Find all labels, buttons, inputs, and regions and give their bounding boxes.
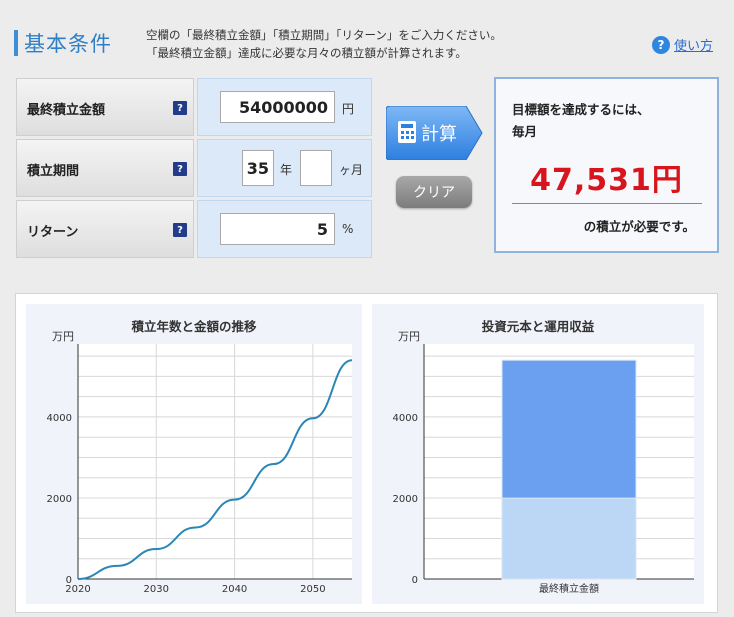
clear-button[interactable]: クリア <box>396 176 472 208</box>
result-divider <box>512 203 702 204</box>
months-unit: ヶ月 <box>339 163 364 177</box>
bar-return <box>501 359 637 499</box>
section-title: 基本条件 <box>24 32 112 56</box>
calculate-button-shape: 計算 <box>385 105 483 161</box>
calculator-icon <box>398 121 416 143</box>
title-accent-bar <box>14 30 18 56</box>
result-line-1: 目標額を達成するには、 <box>512 102 650 117</box>
y-tick-label: 4000 <box>47 413 72 424</box>
question-circle-icon: ? <box>652 35 670 54</box>
line-chart: 0200040002020 2030 2040 2050万円 <box>47 330 353 595</box>
calculate-button-label: 計算 <box>421 124 457 145</box>
value-cell: 5 % <box>197 200 372 258</box>
label-cell: 積立期間 ? <box>16 139 194 197</box>
percent-unit: % <box>342 222 354 236</box>
help-link[interactable]: ? 使い方 <box>652 35 713 54</box>
plot-area <box>78 344 352 579</box>
form-row-period: 積立期間 ? 35 年 ヶ月 <box>16 139 372 197</box>
years-input[interactable]: 35 <box>242 150 274 186</box>
label-cell: 最終積立金額 ? <box>16 78 194 136</box>
x-tick-label: 2030 <box>144 584 169 595</box>
y-tick-label: 0 <box>412 575 418 586</box>
return-input[interactable]: 5 <box>220 213 335 245</box>
y-tick-label: 4000 <box>393 413 418 424</box>
target-amount-input[interactable]: 54000000 <box>220 91 335 123</box>
instructions: 空欄の「最終積立金額」「積立期間」「リターン」をご入力ください。 「最終積立金額… <box>146 26 502 62</box>
bar-principal <box>501 497 637 580</box>
instruction-line-2: 「最終積立金額」達成に必要な月々の積立額が計算されます。 <box>146 46 467 60</box>
y-axis-label: 万円 <box>52 330 74 343</box>
form-row-target-amount: 最終積立金額 ? 54000000 円 <box>16 78 372 136</box>
result-panel: 目標額を達成するには、 毎月 47,531円 の積立が必要です。 <box>494 77 719 253</box>
question-icon[interactable]: ? <box>173 162 187 176</box>
form-row-return: リターン ? 5 % <box>16 200 372 258</box>
help-link-label: 使い方 <box>674 39 714 54</box>
x-tick-label: 2020 <box>65 584 90 595</box>
calculate-button[interactable]: 計算 <box>385 105 483 161</box>
x-category-label: 最終積立金額 <box>539 582 599 595</box>
months-input[interactable] <box>300 150 332 186</box>
line-chart-panel: 積立年数と金額の推移 0 2000 4000 2020 2030 2040 2050 万円 <box>26 304 362 604</box>
result-line-3: の積立が必要です。 <box>583 219 695 234</box>
return-label: リターン <box>27 225 79 240</box>
label-cell: リターン ? <box>16 200 194 258</box>
input-form: 最終積立金額 ? 54000000 円 積立期間 ? 35 年 ヶ月 リターン <box>16 78 372 258</box>
y-tick-label: 2000 <box>393 494 418 505</box>
app-window: 基本条件 空欄の「最終積立金額」「積立期間」「リターン」をご入力ください。 「最… <box>0 0 734 617</box>
bar-chart: 0 2000 4000 万円最終積立金額 <box>393 330 694 595</box>
monthly-amount: 47,531円 <box>530 163 683 198</box>
years-unit: 年 <box>280 163 293 177</box>
bar-chart-panel: 投資元本と運用収益 0 2000 4000 万円 最終積立金額 <box>372 304 704 604</box>
y-tick-label: 2000 <box>47 494 72 505</box>
yen-unit: 円 <box>342 102 355 116</box>
x-tick-label: 2040 <box>222 584 247 595</box>
y-axis-label: 万円 <box>398 330 420 343</box>
question-icon[interactable]: ? <box>173 223 187 237</box>
charts-panel: 積立年数と金額の推移 0 2000 4000 2020 2030 2040 2050 万円 投… <box>15 293 718 613</box>
instruction-line-1: 空欄の「最終積立金額」「積立期間」「リターン」をご入力ください。 <box>146 28 502 42</box>
period-label: 積立期間 <box>27 164 80 179</box>
result-line-2: 毎月 <box>512 124 538 139</box>
x-tick-label: 2050 <box>300 584 325 595</box>
question-icon[interactable]: ? <box>173 101 187 115</box>
value-cell: 54000000 円 <box>197 78 372 136</box>
value-cell: 35 年 ヶ月 <box>197 139 372 197</box>
target-amount-label: 最終積立金額 <box>27 103 106 118</box>
